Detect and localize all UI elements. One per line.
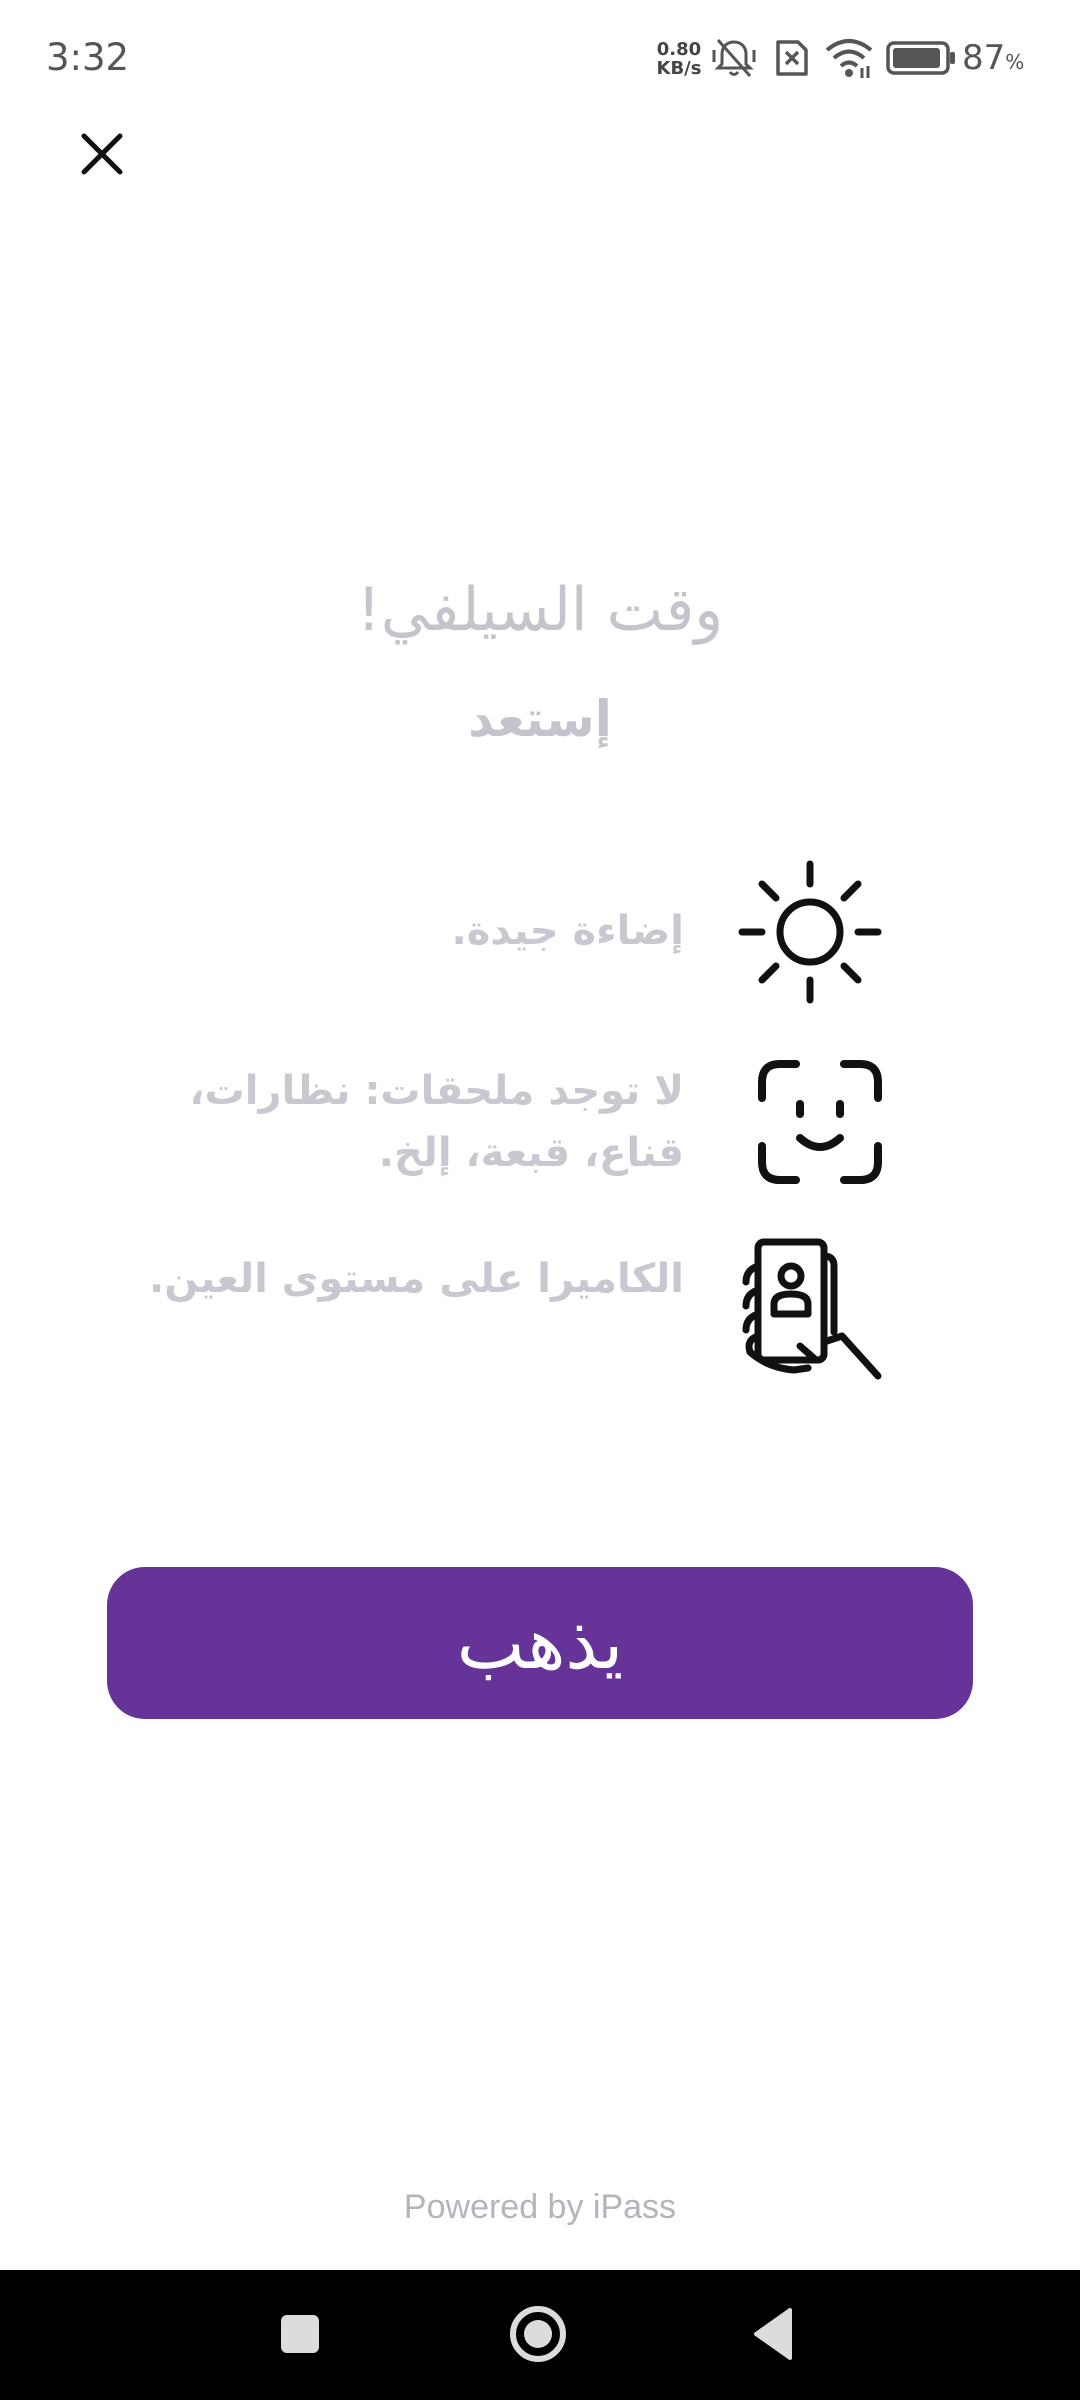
back-triangle-icon bbox=[754, 2308, 792, 2360]
close-icon bbox=[81, 133, 123, 175]
home-button[interactable] bbox=[506, 2302, 570, 2366]
tip-camera-text: الكاميرا على مستوى العين. bbox=[149, 1256, 684, 1302]
status-time: 3:32 bbox=[46, 36, 130, 79]
powered-by-text: Powered by iPass bbox=[403, 2188, 677, 2226]
sim-error-icon bbox=[776, 40, 808, 76]
wifi-icon bbox=[825, 39, 873, 78]
close-button[interactable] bbox=[70, 122, 134, 186]
mute-vibrate-icon bbox=[712, 39, 756, 77]
recents-button[interactable] bbox=[272, 2306, 328, 2362]
status-bar: 3:32 0.80 KB/s 87% bbox=[0, 0, 1080, 118]
home-circle-icon bbox=[510, 2306, 566, 2362]
page-subtitle: إستعد bbox=[468, 690, 612, 748]
network-speed-value: 0.80 bbox=[656, 39, 702, 60]
sun-icon bbox=[738, 860, 882, 1004]
tip-accessories-text: لا توجد ملحقات: نظارات، قناع، قبعة، إلخ. bbox=[189, 1068, 684, 1176]
recents-square-icon bbox=[281, 2315, 319, 2353]
phone-in-hand-icon bbox=[742, 1238, 882, 1380]
battery-percent-value: 87 bbox=[962, 38, 1006, 78]
network-speed: 0.80 KB/s bbox=[654, 40, 704, 78]
battery-icon bbox=[886, 41, 955, 75]
network-speed-unit: KB/s bbox=[656, 58, 702, 79]
face-scan-icon bbox=[758, 1060, 882, 1184]
back-button[interactable] bbox=[748, 2304, 808, 2364]
tip-lighting-text: إضاءة جيدة. bbox=[451, 908, 684, 954]
page-title: وقت السيلفي! bbox=[356, 575, 724, 645]
go-button[interactable]: يذهب bbox=[107, 1567, 973, 1719]
navigation-bar bbox=[0, 2270, 1080, 2400]
battery-percent: 87% bbox=[962, 38, 1024, 78]
battery-percent-symbol: % bbox=[1005, 50, 1025, 74]
